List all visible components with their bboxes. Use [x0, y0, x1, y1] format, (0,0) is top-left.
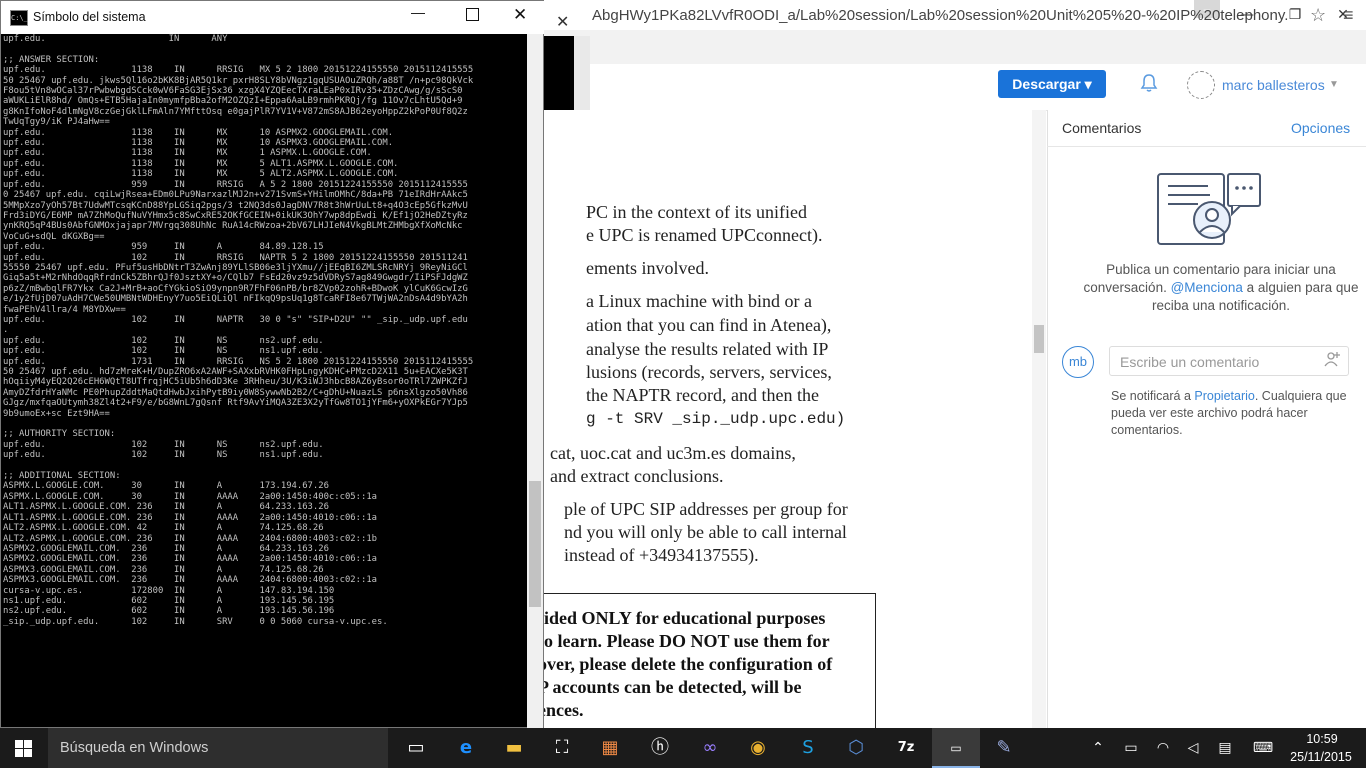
clock-time[interactable]: 10:59 [1292, 732, 1352, 746]
doc-line: nd you will only be able to call interna… [564, 522, 847, 542]
cmd-output-text: upf.edu. IN ANY ;; ANSWER SECTION: upf.e… [3, 34, 474, 627]
task-view-icon[interactable]: ▭ [392, 728, 440, 768]
clock-date[interactable]: 25/11/2015 [1286, 750, 1356, 764]
doc-line: a Linux machine with bind or a [586, 291, 812, 311]
cmd-taskbar-icon[interactable]: ▭ [932, 728, 980, 768]
skype-icon[interactable]: S [784, 728, 832, 768]
doc-line: the NAPTR record, and then the [586, 385, 819, 405]
comments-empty-message: Publica un comentario para iniciar una c… [1080, 261, 1362, 315]
cmd-minimize-button[interactable]: — [411, 4, 425, 20]
document-scrollbar-thumb[interactable] [1034, 325, 1044, 353]
volume-muted-icon[interactable]: ◁ [1182, 728, 1204, 768]
doc-line: ation that you can find in Atenea), [586, 315, 832, 335]
windows-logo-icon[interactable] [15, 740, 32, 757]
infinity-app-icon[interactable]: ∞ [686, 728, 734, 768]
chevron-down-icon[interactable]: ▼ [1329, 79, 1339, 90]
notice-line: P accounts can be detected, will be [538, 677, 802, 697]
cmd-scrollbar[interactable] [527, 34, 543, 728]
wifi-icon[interactable]: ◠ [1152, 728, 1174, 768]
owner-link[interactable]: Propietario [1194, 389, 1254, 403]
doc-line: and extract conclusions. [550, 466, 724, 486]
doc-line: ple of UPC SIP addresses per group for [564, 499, 848, 519]
notice-box: ided ONLY for educational purposes to le… [538, 593, 876, 735]
cmd-app-icon: C:\_ [10, 10, 28, 26]
cmd-close-button[interactable]: ✕ [513, 5, 527, 25]
hp-icon[interactable]: ⓗ [636, 728, 684, 768]
comments-title: Comentarios [1062, 120, 1142, 136]
cmd-window-title: Símbolo del sistema [33, 10, 146, 24]
doc-line: ements involved. [586, 258, 709, 278]
cmd-output-area[interactable]: upf.edu. IN ANY ;; ANSWER SECTION: upf.e… [2, 34, 526, 728]
chrome-icon[interactable]: ◉ [734, 728, 782, 768]
browser-menu-icon[interactable]: ≡ [1343, 5, 1354, 26]
document-scrollbar[interactable] [1032, 110, 1046, 728]
bookmark-star-icon[interactable]: ☆ [1310, 5, 1326, 26]
doc-line: instead of +34934137555). [564, 545, 759, 565]
notify-text-1: Se notificará a [1111, 389, 1191, 403]
doc-line: e UPC is renamed UPCconnect). [586, 225, 823, 245]
download-button[interactable]: Descargar ▾ [998, 70, 1106, 98]
cmd-maximize-button[interactable] [466, 8, 479, 21]
doc-line: PC in the context of its unified [586, 202, 807, 222]
photos-app-icon[interactable]: ▦ [586, 728, 634, 768]
notice-line: over, please delete the configuration of [538, 654, 833, 674]
divider [1047, 146, 1366, 147]
user-name[interactable]: marc ballesteros [1222, 77, 1325, 93]
doc-line: cat, uoc.cat and uc3m.es domains, [550, 443, 796, 463]
user-avatar[interactable] [1187, 71, 1215, 99]
doc-line: lusions (records, servers, services, [586, 362, 832, 382]
cmd-scrollbar-thumb[interactable] [529, 481, 541, 607]
avatar: mb [1062, 346, 1094, 378]
doc-line: g -t SRV _sip._udp.upc.edu) [586, 410, 846, 428]
comment-illustration-icon [1150, 168, 1270, 248]
file-explorer-icon[interactable]: ▬ [490, 728, 538, 768]
mention-link[interactable]: @Menciona [1171, 280, 1243, 295]
notice-line: ided ONLY for educational purposes [544, 608, 826, 628]
7zip-icon[interactable]: 7z [882, 728, 930, 768]
url-text[interactable]: AbgHWy1PKa82LVvfR0ODI_a/Lab%20session/La… [592, 7, 1304, 24]
doc-line: analyse the results related with IP [586, 339, 829, 359]
store-icon[interactable]: ⛶ [538, 728, 586, 768]
notice-line: ences. [538, 700, 584, 720]
keyboard-icon[interactable]: ▤ [1214, 728, 1236, 768]
notification-bell-icon[interactable] [1140, 73, 1158, 98]
paint-icon[interactable]: ✎ [980, 728, 1028, 768]
virtualbox-icon[interactable]: ⬡ [832, 728, 880, 768]
comment-input[interactable]: Escribe un comentario [1109, 346, 1349, 376]
edge-icon[interactable]: e [442, 728, 490, 768]
taskbar-search-placeholder[interactable]: Búsqueda en Windows [60, 740, 208, 756]
add-person-icon[interactable] [1324, 351, 1340, 371]
cmd-window: C:\_ Símbolo del sistema — ✕ upf.edu. IN… [0, 0, 544, 728]
notify-text: Se notificará a Propietario. Cualquiera … [1111, 388, 1351, 439]
comments-options-link[interactable]: Opciones [1291, 120, 1350, 136]
viewer-close-icon[interactable]: ✕ [556, 12, 569, 32]
notice-line: to learn. Please DO NOT use them for [538, 631, 830, 651]
tray-chevron-up-icon[interactable]: ⌃ [1088, 728, 1108, 768]
battery-icon[interactable]: ▭ [1120, 728, 1142, 768]
keyboard-layout-icon[interactable]: ⌨ [1250, 728, 1276, 768]
